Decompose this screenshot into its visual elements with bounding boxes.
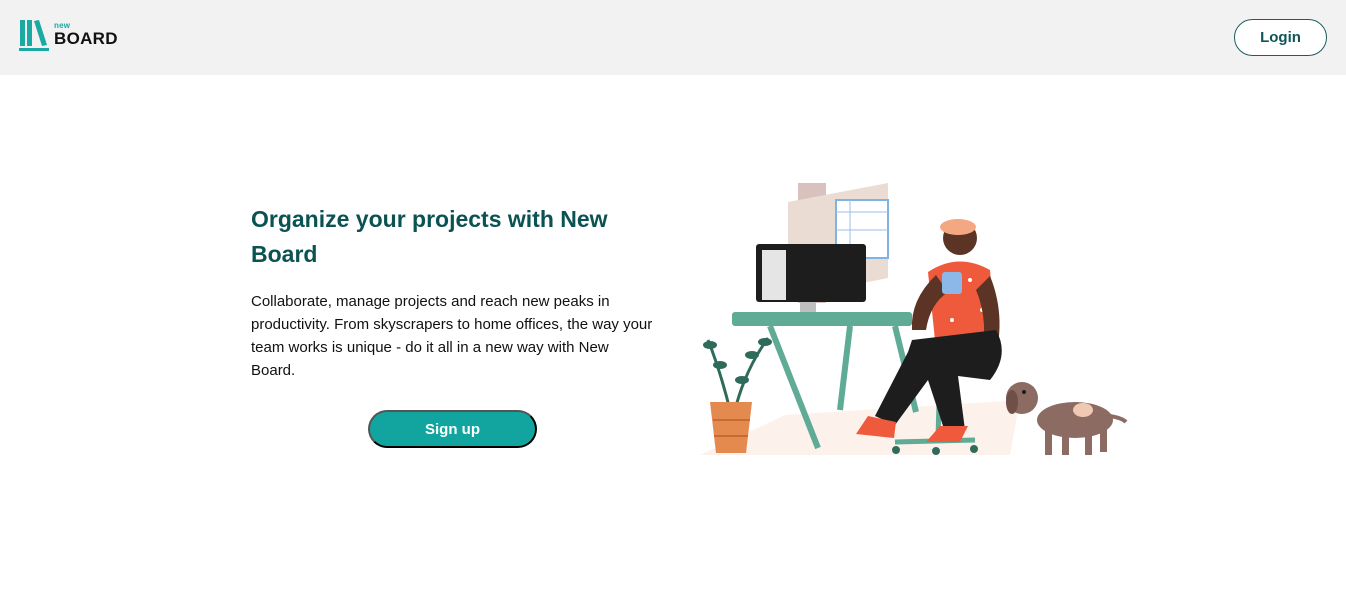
login-button[interactable]: Login xyxy=(1234,19,1327,56)
logo-big-text: BOARD xyxy=(54,29,118,48)
brand-logo[interactable]: new BOARD xyxy=(19,19,119,53)
hero-description: Collaborate, manage projects and reach n… xyxy=(251,293,653,379)
signup-button[interactable]: Sign up xyxy=(368,410,537,448)
hero-title: Organize your projects with New Board xyxy=(251,206,608,267)
person-at-desk-with-dog-illustration xyxy=(700,183,1128,455)
books-icon xyxy=(19,20,49,51)
top-navbar: new BOARD Login xyxy=(0,0,1346,75)
